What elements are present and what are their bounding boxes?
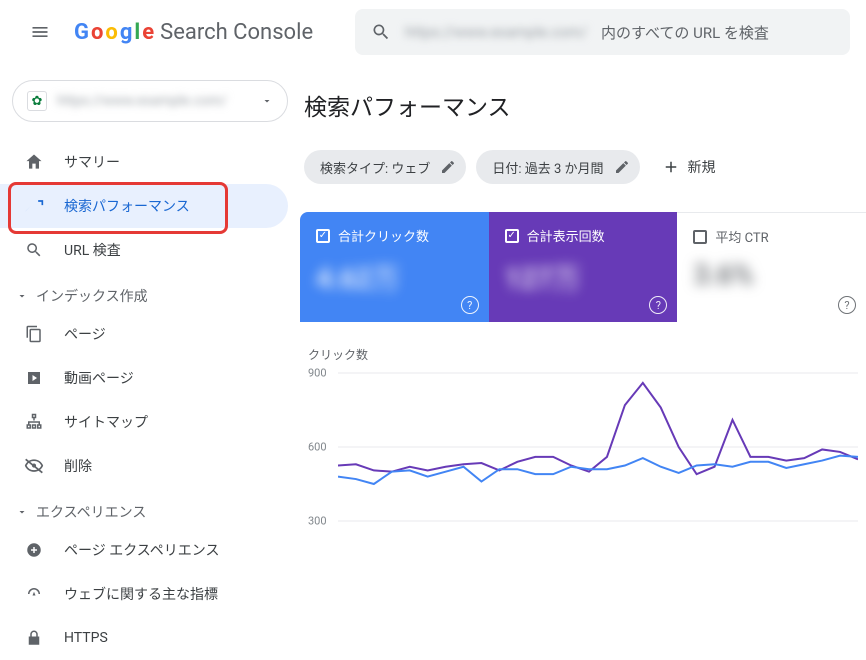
speed-icon — [24, 585, 44, 603]
performance-chart: 900 600 300 — [308, 369, 858, 599]
section-index[interactable]: インデックス作成 — [0, 272, 300, 312]
checkbox-unchecked-icon — [693, 230, 707, 244]
hamburger-menu[interactable] — [16, 8, 64, 56]
edit-icon — [614, 159, 630, 175]
video-icon — [24, 369, 44, 387]
chevron-down-icon — [16, 290, 28, 302]
main-content: 検索パフォーマンス 検索タイプ: ウェブ 日付: 過去 3 か月間 新規 ✓合計… — [300, 64, 866, 653]
search-suffix: 内のすべての URL を検査 — [601, 22, 769, 43]
property-favicon: ✿ — [27, 91, 47, 111]
y-tick: 600 — [308, 441, 327, 454]
filter-search-type[interactable]: 検索タイプ: ウェブ — [304, 150, 466, 184]
sidebar-item-summary[interactable]: サマリー — [0, 140, 288, 184]
y-tick: 300 — [308, 515, 327, 528]
page-title: 検索パフォーマンス — [300, 88, 866, 122]
help-icon[interactable]: ? — [461, 296, 479, 314]
sidebar-item-pages[interactable]: ページ — [0, 312, 288, 356]
sidebar-item-sitemaps[interactable]: サイトマップ — [0, 400, 288, 444]
sidebar-item-removals[interactable]: 削除 — [0, 444, 288, 488]
sidebar-item-performance[interactable]: 検索パフォーマンス — [0, 184, 288, 228]
y-tick: 900 — [308, 367, 327, 380]
lock-icon — [24, 629, 44, 647]
pages-icon — [24, 325, 44, 343]
filter-date[interactable]: 日付: 過去 3 か月間 — [476, 150, 639, 184]
add-filter-button[interactable]: 新規 — [650, 157, 728, 177]
help-icon[interactable]: ? — [649, 296, 667, 314]
edit-icon — [440, 159, 456, 175]
chart-svg — [338, 369, 858, 599]
sidebar-item-https[interactable]: HTTPS — [0, 616, 288, 660]
card-value: 127万 — [505, 257, 662, 297]
search-icon — [24, 241, 44, 259]
help-icon[interactable]: ? — [838, 296, 856, 314]
checkbox-checked-icon: ✓ — [505, 229, 519, 243]
chart-label: クリック数 — [308, 346, 858, 363]
sidebar-item-video-pages[interactable]: 動画ページ — [0, 356, 288, 400]
card-total-clicks[interactable]: ✓合計クリック数 4.62万 ? — [300, 212, 489, 322]
property-name: https://www.example.com/ — [57, 93, 251, 109]
sidebar-item-url-inspect[interactable]: URL 検査 — [0, 228, 288, 272]
sidebar-item-page-experience[interactable]: ページ エクスペリエンス — [0, 528, 288, 572]
chevron-down-icon — [16, 506, 28, 518]
search-icon — [371, 22, 391, 42]
checkbox-checked-icon: ✓ — [316, 229, 330, 243]
sidebar: ✿ https://www.example.com/ サマリー 検索パフォーマン… — [0, 64, 300, 653]
section-experience[interactable]: エクスペリエンス — [0, 488, 300, 528]
circle-plus-icon — [24, 541, 44, 559]
chevron-down-icon — [261, 95, 273, 107]
card-avg-ctr[interactable]: 平均 CTR 3.6% ? — [677, 212, 866, 322]
trending-icon — [24, 196, 44, 216]
sidebar-item-core-web-vitals[interactable]: ウェブに関する主な指標 — [0, 572, 288, 616]
card-value: 4.62万 — [316, 257, 473, 297]
url-inspect-search[interactable]: https://www.example.com/ 内のすべての URL を検査 — [355, 9, 850, 55]
card-total-impressions[interactable]: ✓合計表示回数 127万 ? — [489, 212, 678, 322]
search-prefix: https://www.example.com/ — [405, 23, 587, 41]
visibility-off-icon — [24, 456, 44, 476]
card-value: 3.6% — [693, 258, 850, 291]
sitemap-icon — [24, 413, 44, 431]
google-logo: Google Search Console — [74, 20, 313, 45]
property-selector[interactable]: ✿ https://www.example.com/ — [12, 80, 288, 122]
home-icon — [24, 152, 44, 172]
plus-icon — [662, 158, 680, 176]
